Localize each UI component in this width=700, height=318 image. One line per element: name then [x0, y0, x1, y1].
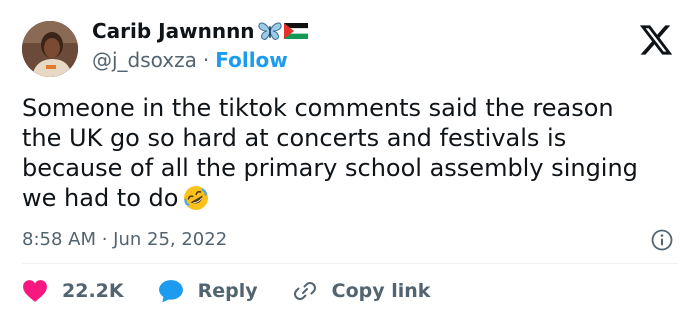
follow-button[interactable]: Follow [215, 46, 288, 74]
tweet-text-line: Someone in the tiktok comments said the … [22, 94, 614, 122]
author-name-text: Carib Jawnnnn [92, 19, 255, 43]
copy-link-label: Copy link [331, 280, 431, 302]
reply-button[interactable]: Reply [158, 279, 258, 303]
tweet-text-line-last: we had to do [22, 183, 692, 213]
heart-icon [23, 280, 47, 302]
author-handle-row: @j_dsoxza · Follow [92, 46, 288, 74]
avatar[interactable] [22, 21, 78, 77]
like-button[interactable]: 22.2K [22, 279, 124, 303]
tweet-card: Carib Jawnnnn @j_dsoxza · Follow Someone… [0, 0, 700, 318]
butterfly-icon [257, 22, 282, 40]
author-handle[interactable]: @j_dsoxza [92, 46, 197, 74]
info-icon[interactable] [650, 228, 674, 252]
separator-dot: · [202, 48, 210, 72]
tweet-actions: 22.2K Reply Copy link [22, 277, 430, 305]
tweet-text-line: we had to do [22, 184, 179, 212]
link-icon [293, 282, 316, 300]
tweet-timestamp[interactable]: 8:58 AM · Jun 25, 2022 [22, 228, 227, 252]
author-display-name[interactable]: Carib Jawnnnn [92, 17, 308, 45]
x-logo-icon[interactable] [636, 22, 676, 58]
reply-label: Reply [197, 280, 258, 302]
reply-bubble-icon [158, 280, 183, 303]
tweet-text: Someone in the tiktok comments said the … [22, 93, 692, 213]
like-count: 22.2K [62, 280, 124, 302]
tweet-text-line: the UK go so hard at concerts and festiv… [22, 124, 567, 152]
tweet-text-line: because of all the primary school assemb… [22, 154, 638, 182]
rolling-on-floor-laughing-icon [184, 186, 209, 210]
avatar-image [22, 21, 78, 77]
divider [22, 263, 678, 264]
palestine-flag-icon [283, 23, 308, 39]
name-emojis [257, 21, 308, 41]
copy-link-button[interactable]: Copy link [292, 279, 431, 303]
